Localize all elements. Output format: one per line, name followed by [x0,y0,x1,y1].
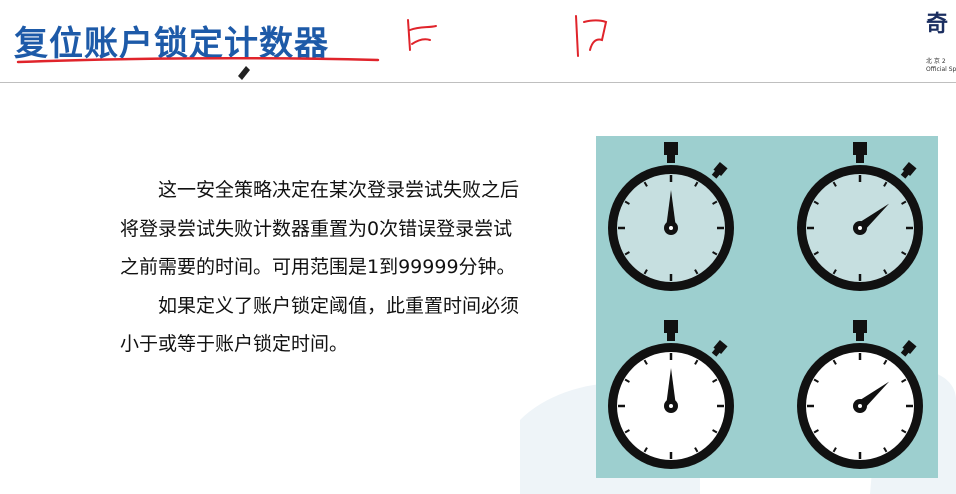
pen-cursor-icon [238,66,250,80]
stopwatch-icon-grid [608,142,923,469]
body-text: 这一安全策略决定在某次登录尝试失败之后将登录尝试失败计数器重置为0次错误登录尝试… [120,171,520,364]
pen-annotation [16,15,608,80]
stopwatch-illustration [596,136,938,478]
stopwatch-top-right [797,142,923,291]
stopwatch-bottom-right [797,320,923,469]
logo-caption-line1: 北 京 2 [926,58,946,65]
paragraph-1: 这一安全策略决定在某次登录尝试失败之后将登录尝试失败计数器重置为0次错误登录尝试… [120,179,520,278]
logo-mark: 奇 [926,11,949,37]
logo-caption: 北 京 2 Official Spo [926,58,956,74]
stopwatch-top-left [608,142,734,291]
logo-caption-line2: Official Spo [926,66,956,73]
header-divider [0,82,956,83]
paragraph-2: 如果定义了账户锁定阈值，此重置时间必须小于或等于账户锁定时间。 [120,294,520,356]
stopwatch-bottom-left [608,320,734,469]
